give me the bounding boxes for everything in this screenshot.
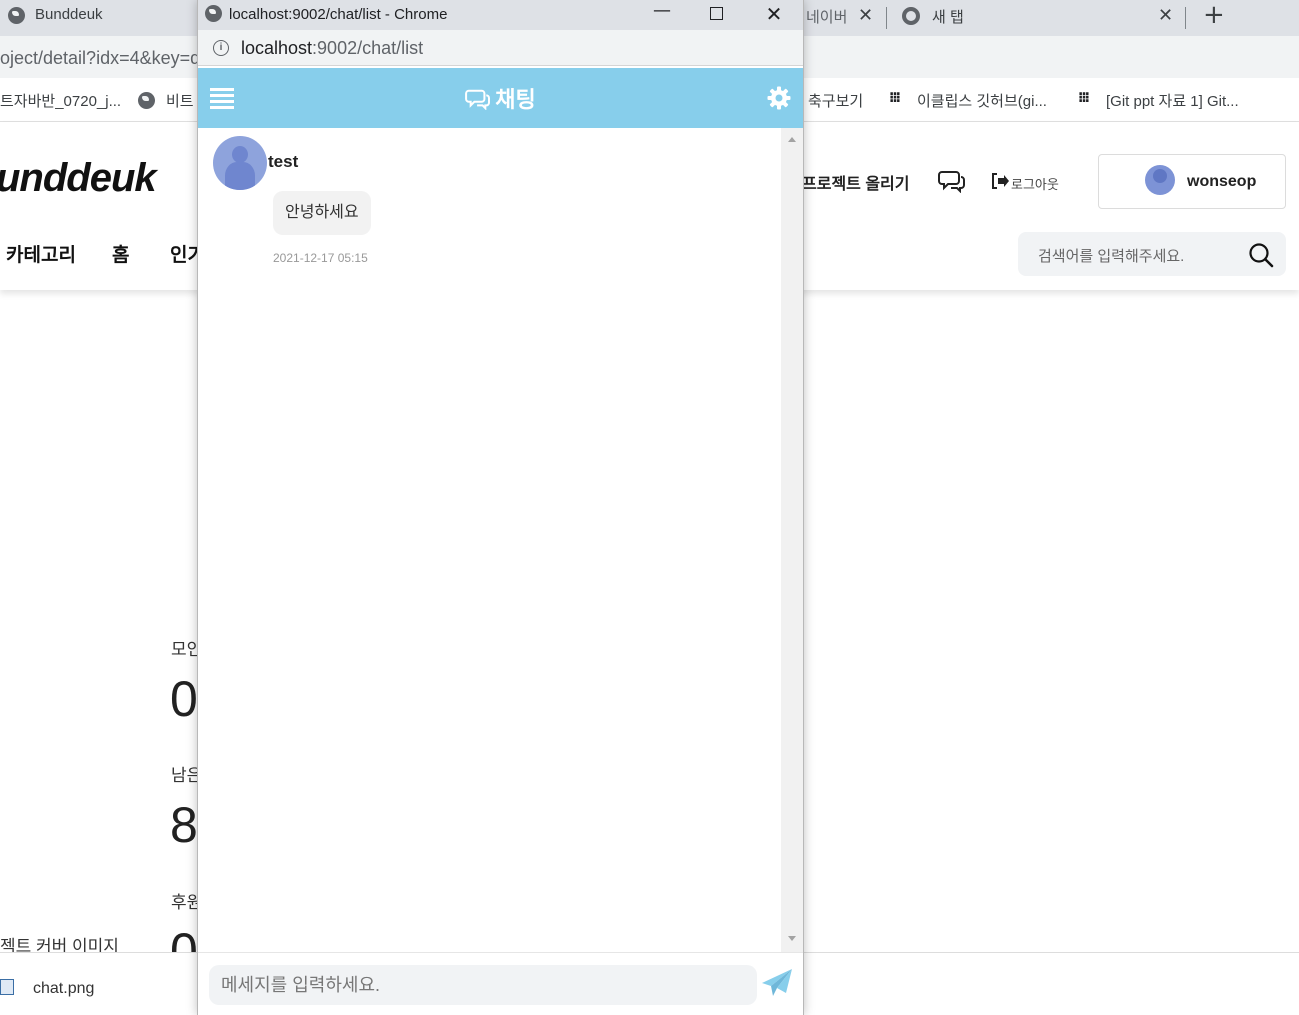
message-bubble: 안녕하세요	[273, 191, 371, 235]
bookmark-item[interactable]: 이클립스 깃허브(gi...	[917, 90, 1047, 111]
chat-scrollbar[interactable]	[781, 128, 803, 952]
maximize-icon[interactable]	[710, 7, 723, 20]
nav-item-category[interactable]: 카테고리	[6, 240, 76, 267]
popup-url-host: localhost	[241, 38, 313, 58]
new-tab-title[interactable]: 새 탭	[932, 6, 964, 27]
message-input[interactable]	[209, 965, 757, 1005]
message-username: test	[268, 152, 299, 171]
profile-username: wonseop	[1187, 173, 1257, 190]
avatar	[1145, 165, 1175, 195]
chat-icon[interactable]	[938, 169, 966, 193]
tab-separator	[1185, 7, 1186, 29]
chat-message-list[interactable]: test 안녕하세요 2021-12-17 05:15	[198, 128, 781, 952]
logout-link[interactable]: 로그아웃	[1011, 174, 1059, 193]
site-logo[interactable]: unddeuk	[0, 156, 157, 201]
popup-url-bar[interactable]: i localhost:9002/chat/list	[198, 30, 803, 66]
chat-title: 채팅	[495, 87, 536, 112]
nav-item-home[interactable]: 홈	[112, 240, 129, 267]
avatar[interactable]	[213, 136, 267, 190]
popup-url-path: :9002/chat/list	[312, 38, 424, 58]
site-search-box[interactable]: 검색어를 입력해주세요.	[1018, 232, 1286, 276]
chat-input-area	[198, 952, 803, 1015]
popup-url[interactable]: localhost:9002/chat/list	[241, 38, 423, 59]
chat-title-wrap: 채팅	[198, 82, 803, 114]
message-timestamp: 2021-12-17 05:15	[273, 251, 368, 265]
close-window-icon[interactable]: ✕	[762, 2, 786, 26]
image-file-icon	[0, 979, 14, 995]
globe-icon	[138, 92, 155, 109]
send-icon[interactable]	[761, 968, 793, 998]
minimize-icon[interactable]: —	[650, 0, 674, 21]
gear-icon[interactable]	[767, 86, 791, 110]
profile-button[interactable]: wonseop	[1098, 154, 1286, 209]
background-tab-partial[interactable]: 네이버	[806, 6, 847, 27]
chat-popup-window: localhost:9002/chat/list - Chrome — ✕ i …	[197, 0, 804, 1015]
stat-value-raised: 0	[170, 671, 198, 727]
new-tab-plus-icon[interactable]: +	[1203, 0, 1225, 30]
scroll-down-arrow-icon[interactable]	[788, 936, 796, 941]
bookmark-item[interactable]: 비트	[166, 90, 194, 111]
chrome-icon	[902, 7, 920, 25]
globe-icon	[205, 5, 222, 22]
bookmark-dots-icon: ⁝⁝⁝	[889, 90, 901, 106]
upload-project-link[interactable]: 프로젝트 올리기	[802, 170, 910, 194]
tab-separator	[886, 7, 887, 29]
close-tab-icon[interactable]: ✕	[858, 5, 873, 26]
bookmark-item[interactable]: [Git ppt 자료 1] Git...	[1106, 90, 1239, 111]
popup-title-bar[interactable]: localhost:9002/chat/list - Chrome — ✕	[198, 0, 803, 30]
bookmark-item[interactable]: 트자바반_0720_j...	[0, 90, 121, 111]
globe-icon	[8, 7, 25, 24]
bookmark-dots-icon: ⁝⁝⁝	[1078, 90, 1090, 106]
chat-bubbles-icon	[465, 89, 491, 111]
background-tab-title[interactable]: Bunddeuk	[35, 6, 103, 23]
scroll-up-arrow-icon[interactable]	[788, 137, 796, 142]
site-search-placeholder: 검색어를 입력해주세요.	[1038, 248, 1185, 265]
popup-window-title: localhost:9002/chat/list - Chrome	[229, 6, 448, 23]
download-file-name[interactable]: chat.png	[33, 980, 94, 998]
close-tab-icon[interactable]: ✕	[1158, 5, 1173, 26]
logout-icon[interactable]	[990, 172, 1010, 190]
stat-value-remaining: 8	[170, 797, 198, 853]
background-url[interactable]: oject/detail?idx=4&key=d	[0, 48, 200, 69]
chat-header: 채팅	[198, 68, 803, 128]
bookmark-item[interactable]: 축구보기	[808, 90, 863, 111]
search-icon[interactable]	[1248, 242, 1274, 268]
site-info-icon[interactable]: i	[213, 40, 229, 56]
